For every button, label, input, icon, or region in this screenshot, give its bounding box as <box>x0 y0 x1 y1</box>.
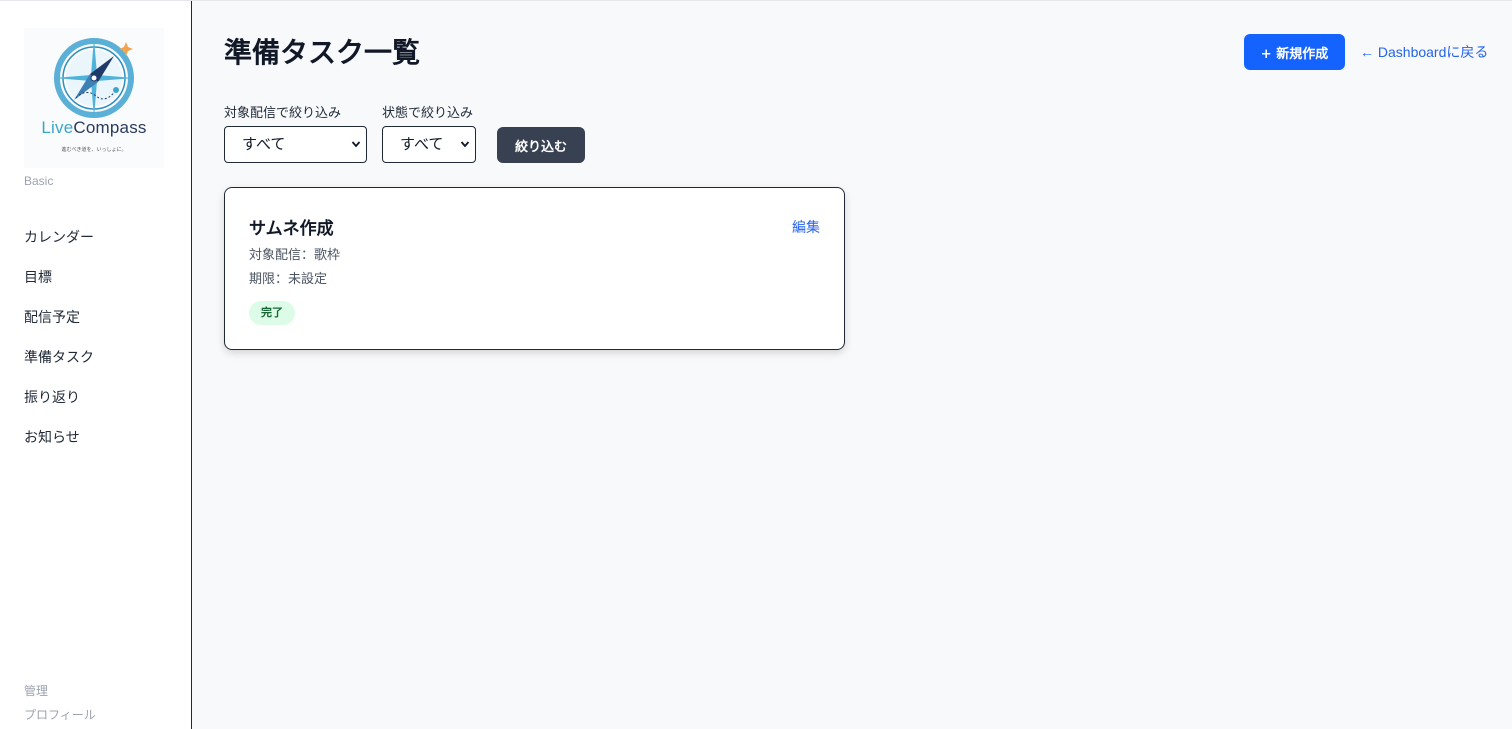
task-title: サムネ作成 <box>249 219 334 239</box>
sidebar-item-notices[interactable]: お知らせ <box>24 426 94 466</box>
sidebar-item-calendar[interactable]: カレンダー <box>24 226 94 266</box>
new-task-button[interactable]: + 新規作成 <box>1244 34 1345 70</box>
sidebar-item-admin[interactable]: 管理 <box>24 683 96 707</box>
edit-task-link[interactable]: 編集 <box>792 217 820 237</box>
status-filter-label: 状態で絞り込み <box>382 106 474 121</box>
status-filter-select[interactable]: すべて <box>382 126 476 163</box>
task-stream: 対象配信：歌枠 <box>249 248 341 263</box>
task-deadline: 期限：未設定 <box>249 272 328 287</box>
filter-submit-button[interactable]: 絞り込む <box>497 127 585 163</box>
logo-word-live: Live <box>41 118 74 137</box>
stream-filter-select[interactable]: すべて <box>224 126 367 163</box>
task-card: サムネ作成 編集 対象配信：歌枠 期限：未設定 完了 <box>224 187 845 350</box>
back-to-dashboard-link[interactable]: ← Dashboardに戻る <box>1360 42 1488 62</box>
main-content: 準備タスク一覧 + 新規作成 ← Dashboardに戻る 対象配信で絞り込み … <box>192 1 1512 729</box>
compass-logo-icon <box>54 38 134 118</box>
logo-word-compass: Compass <box>73 118 147 137</box>
sidebar-item-profile[interactable]: プロフィール <box>24 707 96 729</box>
page-title: 準備タスク一覧 <box>224 36 421 69</box>
sidebar-item-goals[interactable]: 目標 <box>24 266 94 306</box>
app-root: LiveCompass 進むべき道を、いっしょに。 Basic カレンダー 目標… <box>0 0 1512 729</box>
stream-filter-label: 対象配信で絞り込み <box>224 106 342 121</box>
livecompass-logo[interactable]: LiveCompass 進むべき道を、いっしょに。 <box>24 28 164 168</box>
sidebar-item-prep-tasks[interactable]: 準備タスク <box>24 346 94 386</box>
chevron-down-icon <box>460 127 470 177</box>
stream-filter-value: すべて <box>242 135 286 153</box>
sidebar-nav: カレンダー 目標 配信予定 準備タスク 振り返り お知らせ <box>24 226 94 466</box>
sidebar: LiveCompass 進むべき道を、いっしょに。 Basic カレンダー 目標… <box>0 1 192 729</box>
logo-wordmark: LiveCompass <box>24 118 164 138</box>
status-filter-value: すべて <box>400 135 444 153</box>
status-badge: 完了 <box>249 301 295 325</box>
logo-tagline: 進むべき道を、いっしょに。 <box>61 147 127 153</box>
chevron-down-icon <box>351 127 361 177</box>
sidebar-item-review[interactable]: 振り返り <box>24 386 94 426</box>
plan-label: Basic <box>24 174 54 188</box>
sidebar-item-schedule[interactable]: 配信予定 <box>24 306 94 346</box>
sidebar-footer: 管理 プロフィール <box>24 683 96 729</box>
